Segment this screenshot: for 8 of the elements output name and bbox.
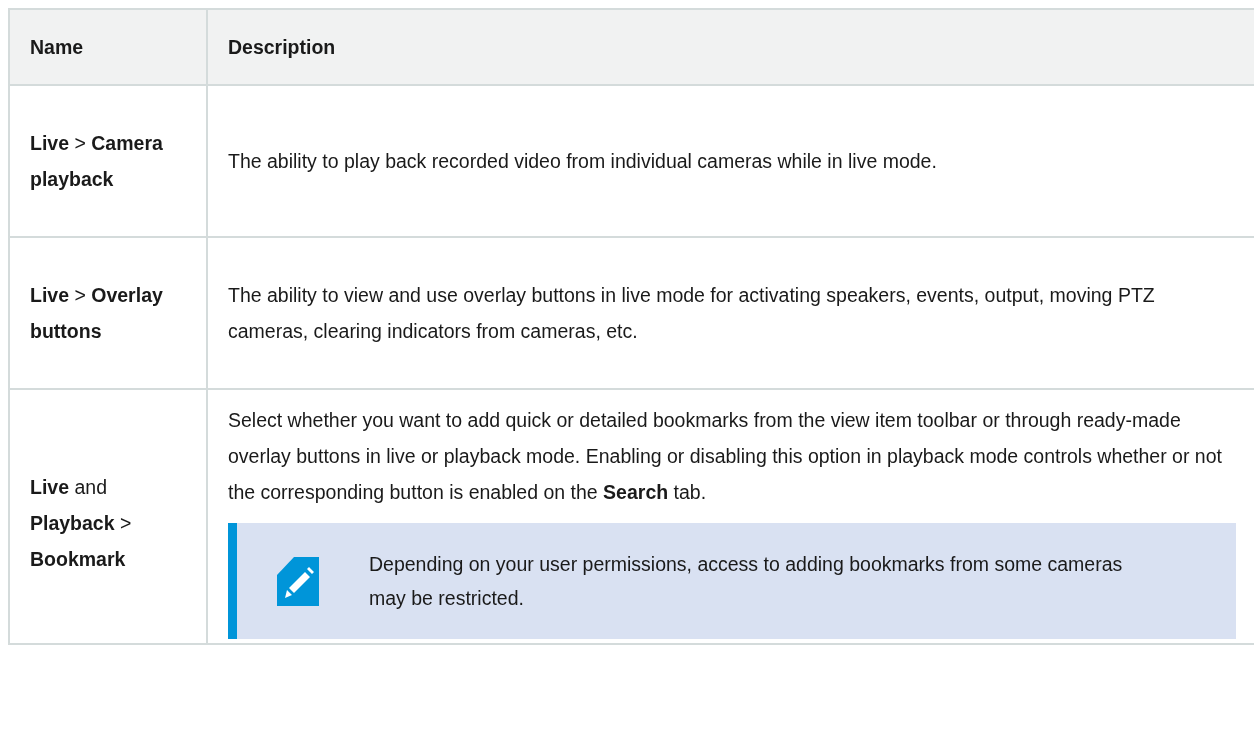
table-cell: Live and Playback > Bookmark	[9, 389, 207, 645]
column-header: Name	[9, 9, 207, 85]
description-text: Select whether you want to add quick or detailed bookmarks from the view item toolbar or through ready-made overlay buttons in live or playback mode. Enabling or disabling this option in playback mode controls whether or not the corresponding button is enabled on the Search tab.	[228, 408, 1223, 506]
pencil-icon	[277, 556, 319, 606]
note-text: Depending on your user permissions, access to adding bookmarks from some cameras may be restricted.	[369, 552, 1124, 612]
table-cell: Live > Overlay buttons	[9, 237, 207, 389]
column-header: Description	[207, 9, 1254, 85]
table-cell: Live > Camera playback	[9, 85, 207, 237]
